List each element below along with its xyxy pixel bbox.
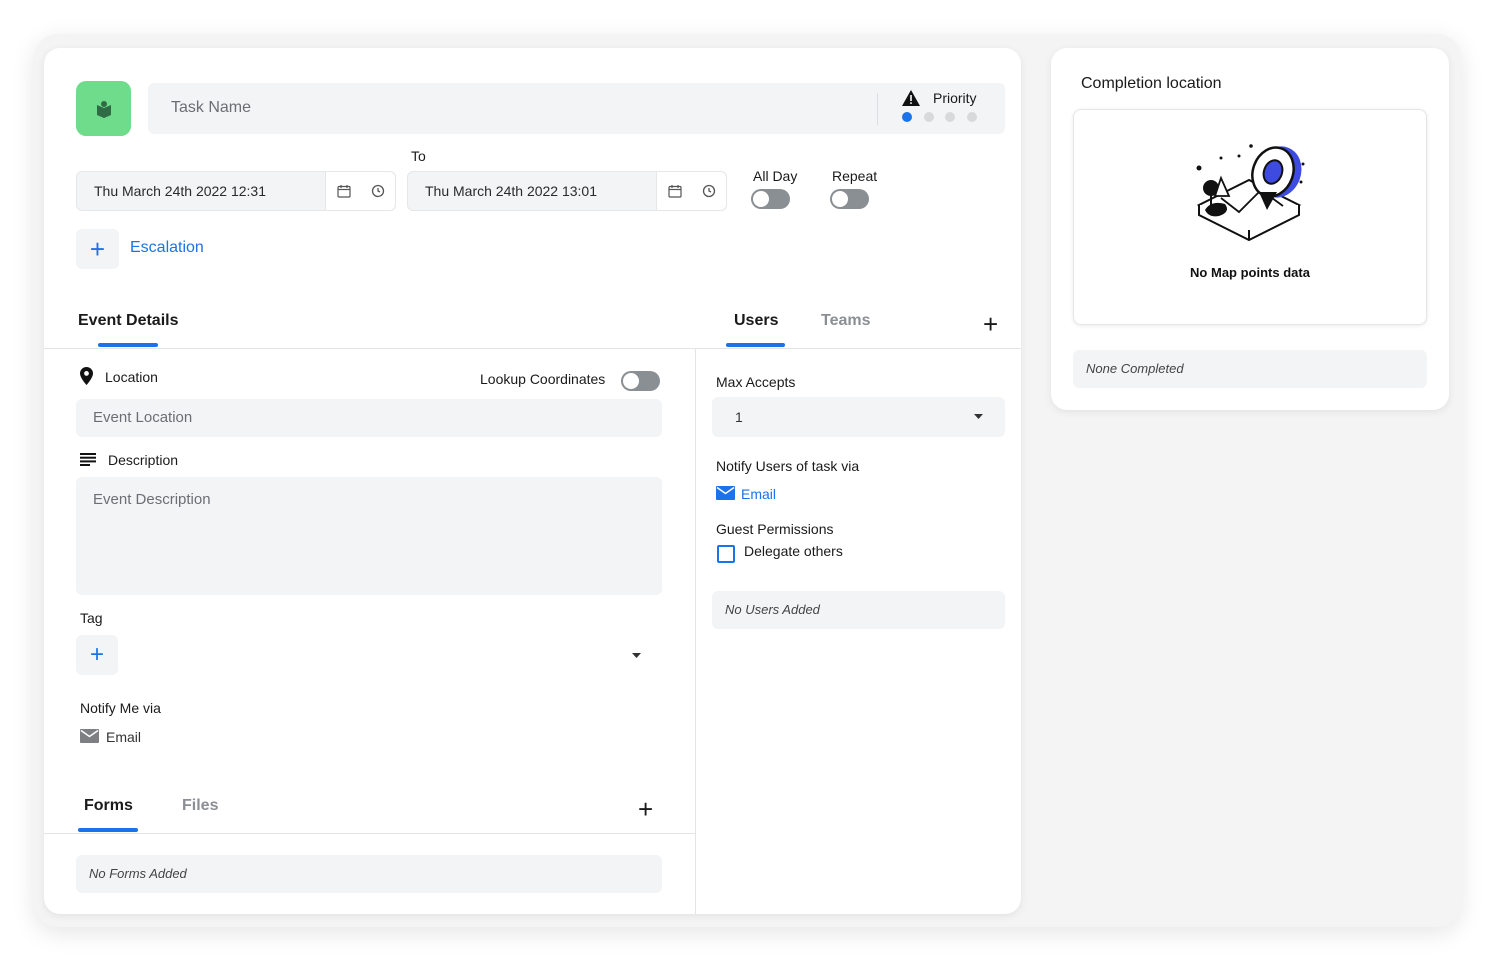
mail-icon [80,729,99,743]
tab-files[interactable]: Files [182,797,218,815]
event-description-input[interactable]: Event Description [76,477,662,595]
max-accepts-value: 1 [735,409,743,425]
start-date-field[interactable]: Thu March 24th 2022 12:31 [76,171,396,211]
task-editor-card: Task Name Priority To Thu March 24th 202… [44,48,1021,914]
location-label: Location [105,369,158,385]
users-underline [726,343,785,347]
all-day-toggle[interactable] [751,189,790,209]
tag-label: Tag [80,610,103,626]
forms-underline [78,828,138,832]
mail-icon [716,486,735,500]
priority-dot[interactable] [945,112,955,122]
notify-users-label: Notify Users of task via [716,458,860,474]
clock-icon[interactable] [702,184,716,198]
delegate-others-checkbox[interactable] [717,545,735,563]
calendar-icon[interactable] [668,184,682,198]
empty-map-illustration [1196,144,1305,242]
forms-tabs-divider [44,833,695,834]
event-description-placeholder: Event Description [93,491,211,508]
map-panel: No Map points data [1073,109,1427,325]
priority-label: Priority [933,90,977,106]
chevron-down-icon [974,414,983,419]
tab-forms[interactable]: Forms [84,797,133,815]
all-day-label: All Day [753,168,798,184]
no-map-points-text: No Map points data [1190,265,1310,280]
guest-permissions-label: Guest Permissions [716,521,834,537]
plus-icon: + [89,641,104,668]
max-accepts-select[interactable]: 1 [712,397,1005,437]
escalation-link[interactable]: Escalation [130,239,204,257]
task-book-icon [96,100,111,118]
task-avatar[interactable] [76,81,131,136]
task-name-input[interactable]: Task Name [171,99,251,117]
lookup-coordinates-toggle[interactable] [621,371,660,391]
repeat-label: Repeat [832,168,878,184]
add-escalation-button[interactable]: + [76,229,119,269]
priority-dot[interactable] [923,112,934,122]
plus-icon: + [89,234,106,264]
warning-triangle-icon [902,90,920,106]
description-label: Description [108,452,179,468]
tabs-divider [44,348,1021,349]
priority-dot[interactable] [966,112,977,122]
end-date-field[interactable]: Thu March 24th 2022 13:01 [407,171,727,211]
tag-dropdown-arrow-icon[interactable] [632,653,641,659]
add-form-button[interactable]: + [638,796,653,822]
notify-me-email[interactable]: Email [106,729,141,745]
event-location-placeholder: Event Location [93,409,193,426]
add-tag-button[interactable]: + [76,635,118,675]
end-date-value: Thu March 24th 2022 13:01 [425,183,598,199]
start-date-value: Thu March 24th 2022 12:31 [94,183,267,199]
none-completed-note: None Completed [1086,361,1184,376]
completion-status-bar: None Completed [1073,350,1427,388]
users-empty-state: No Users Added [712,591,1005,629]
calendar-icon[interactable] [337,184,351,198]
forms-empty-state: No Forms Added [76,855,662,893]
max-accepts-label: Max Accepts [716,374,796,390]
tab-event-details[interactable]: Event Details [78,312,178,330]
clock-icon[interactable] [371,184,385,198]
description-lines-icon [80,453,96,466]
priority-selector[interactable] [902,112,982,124]
event-details-underline [98,343,158,347]
column-divider [695,348,696,914]
event-location-input[interactable]: Event Location [76,399,662,437]
repeat-toggle[interactable] [830,189,869,209]
no-users-note: No Users Added [725,602,820,617]
notify-me-label: Notify Me via [80,700,161,716]
priority-dot[interactable] [902,112,912,122]
add-user-button[interactable]: + [983,311,998,337]
tab-users[interactable]: Users [734,312,778,330]
task-name-bar: Task Name Priority [148,83,1005,134]
to-label: To [411,148,426,164]
completion-location-title: Completion location [1081,75,1222,92]
tab-teams[interactable]: Teams [821,312,871,330]
priority-divider [877,93,878,125]
lookup-coordinates-label: Lookup Coordinates [480,371,606,387]
completion-location-card: Completion location No Map points data N… [1051,48,1449,410]
location-pin-icon [80,367,93,385]
no-forms-note: No Forms Added [89,866,187,881]
delegate-others-label: Delegate others [744,543,843,559]
notify-users-email[interactable]: Email [741,486,776,502]
